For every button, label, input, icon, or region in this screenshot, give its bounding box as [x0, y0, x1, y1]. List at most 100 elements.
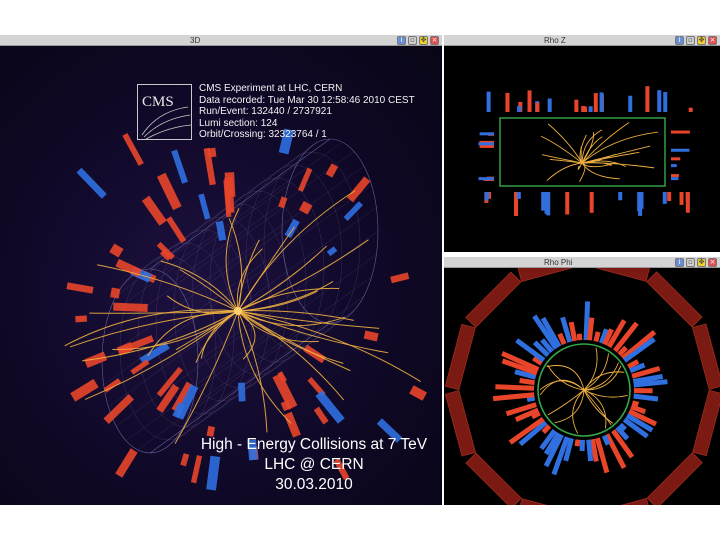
- snapshot-button[interactable]: ▫: [408, 36, 417, 45]
- calo-tower: [75, 315, 88, 323]
- calo-tower: [326, 246, 338, 257]
- calo-tower: [278, 196, 288, 209]
- snapshot-button[interactable]: ▫: [686, 36, 695, 45]
- calo-tower: [478, 177, 494, 181]
- muon-chamber: [465, 452, 522, 505]
- calo-tower: [478, 142, 494, 146]
- maximize-button[interactable]: ✥: [697, 36, 706, 45]
- calo-tower: [667, 192, 672, 202]
- particle-tracks: [539, 347, 628, 434]
- calo-tower: [495, 384, 535, 391]
- cms-logo-swirl-icon: [141, 106, 192, 140]
- window-titlebar-rhophi[interactable]: Rho Phi i ▫ ✥ ×: [444, 257, 720, 268]
- calo-tower: [215, 220, 227, 241]
- muon-chamber: [517, 268, 584, 283]
- calo-tower: [685, 192, 690, 202]
- calo-tower: [527, 90, 532, 112]
- calo-tower: [110, 287, 121, 299]
- calo-tower: [688, 107, 693, 112]
- calo-tower: [663, 92, 668, 112]
- muon-chamber: [517, 498, 585, 505]
- rho-phi-window[interactable]: Rho Phi i ▫ ✥ ×: [444, 257, 720, 505]
- rho-phi-canvas[interactable]: [444, 268, 720, 505]
- calo-tower: [679, 192, 684, 205]
- event-metadata: CMS Experiment at LHC, CERN Data recorde…: [199, 83, 415, 141]
- calo-tower: [409, 385, 427, 401]
- track: [546, 162, 583, 181]
- close-button[interactable]: ×: [708, 36, 717, 45]
- event-line-lumi: Lumi section: 124: [199, 117, 278, 129]
- caption-line-1: High - Energy Collisions at 7 TeV: [200, 436, 428, 453]
- calo-tower: [517, 105, 522, 112]
- close-button[interactable]: ×: [708, 258, 717, 267]
- calo-tower: [576, 333, 583, 341]
- event-line-experiment: CMS Experiment at LHC, CERN: [199, 83, 343, 94]
- calo-tower: [593, 93, 598, 112]
- calo-tower: [645, 86, 650, 112]
- muon-chamber: [465, 271, 522, 328]
- muon-chamber: [691, 323, 720, 390]
- calo-tower: [166, 216, 187, 244]
- wireframe-ring: [245, 164, 343, 350]
- calo-tower: [623, 337, 656, 363]
- calo-tower: [156, 172, 182, 211]
- track: [583, 362, 619, 391]
- event-display-3d-window[interactable]: 3D i ▫ ✥ × CMS CMS Experiment at LHC, CE…: [0, 35, 442, 505]
- track: [539, 379, 585, 396]
- calo-tower: [505, 92, 510, 112]
- calo-tower: [70, 378, 99, 402]
- wireframe-line: [173, 151, 355, 282]
- rho-z-window[interactable]: Rho Z i ▫ ✥ ×: [444, 35, 720, 252]
- calo-tower: [593, 331, 601, 343]
- snapshot-button[interactable]: ▫: [686, 258, 695, 267]
- calo-tower: [574, 99, 579, 112]
- caption-line-2: LHC @ CERN: [264, 456, 364, 473]
- calo-tower: [519, 378, 535, 386]
- track: [581, 145, 651, 164]
- calo-tower: [363, 330, 379, 342]
- calo-tower: [541, 192, 546, 211]
- calo-tower: [479, 132, 494, 136]
- calo-tower: [346, 176, 371, 203]
- calo-tower: [109, 243, 124, 258]
- calo-tower: [103, 393, 135, 424]
- muon-chamber: [444, 323, 476, 391]
- calo-tower: [633, 388, 653, 394]
- calo-tower: [671, 174, 679, 178]
- calorimeter-towers: [492, 301, 668, 476]
- muon-chamber: [646, 452, 703, 505]
- track: [581, 162, 620, 180]
- calo-tower: [671, 157, 681, 161]
- cms-logo: CMS: [137, 84, 192, 140]
- close-button[interactable]: ×: [430, 36, 439, 45]
- rho-z-canvas[interactable]: [444, 46, 720, 252]
- calo-tower: [298, 200, 313, 215]
- calo-tower: [579, 439, 585, 452]
- calo-tower: [516, 192, 521, 199]
- muon-chamber: [444, 390, 477, 457]
- window-title-rhoz: Rho Z: [544, 36, 566, 45]
- track: [237, 287, 340, 312]
- window-titlebar-3d[interactable]: 3D i ▫ ✥ ×: [0, 35, 442, 46]
- track: [583, 353, 609, 391]
- calo-tower: [671, 177, 679, 181]
- track: [583, 347, 598, 391]
- muon-chamber: [646, 271, 703, 328]
- track: [175, 310, 239, 351]
- calo-tower: [662, 192, 667, 204]
- calo-tower: [583, 106, 588, 112]
- calo-tower: [618, 192, 623, 201]
- calo-tower: [198, 193, 211, 220]
- calo-tower: [390, 272, 410, 284]
- calo-tower: [76, 167, 107, 199]
- track: [547, 389, 585, 416]
- info-button[interactable]: i: [397, 36, 406, 45]
- window-titlebar-rhoz[interactable]: Rho Z i ▫ ✥ ×: [444, 35, 720, 46]
- wireframe-line: [162, 141, 343, 273]
- maximize-button[interactable]: ✥: [697, 258, 706, 267]
- maximize-button[interactable]: ✥: [419, 36, 428, 45]
- calo-tower: [588, 106, 593, 112]
- calo-tower: [657, 90, 662, 112]
- info-button[interactable]: i: [675, 36, 684, 45]
- info-button[interactable]: i: [675, 258, 684, 267]
